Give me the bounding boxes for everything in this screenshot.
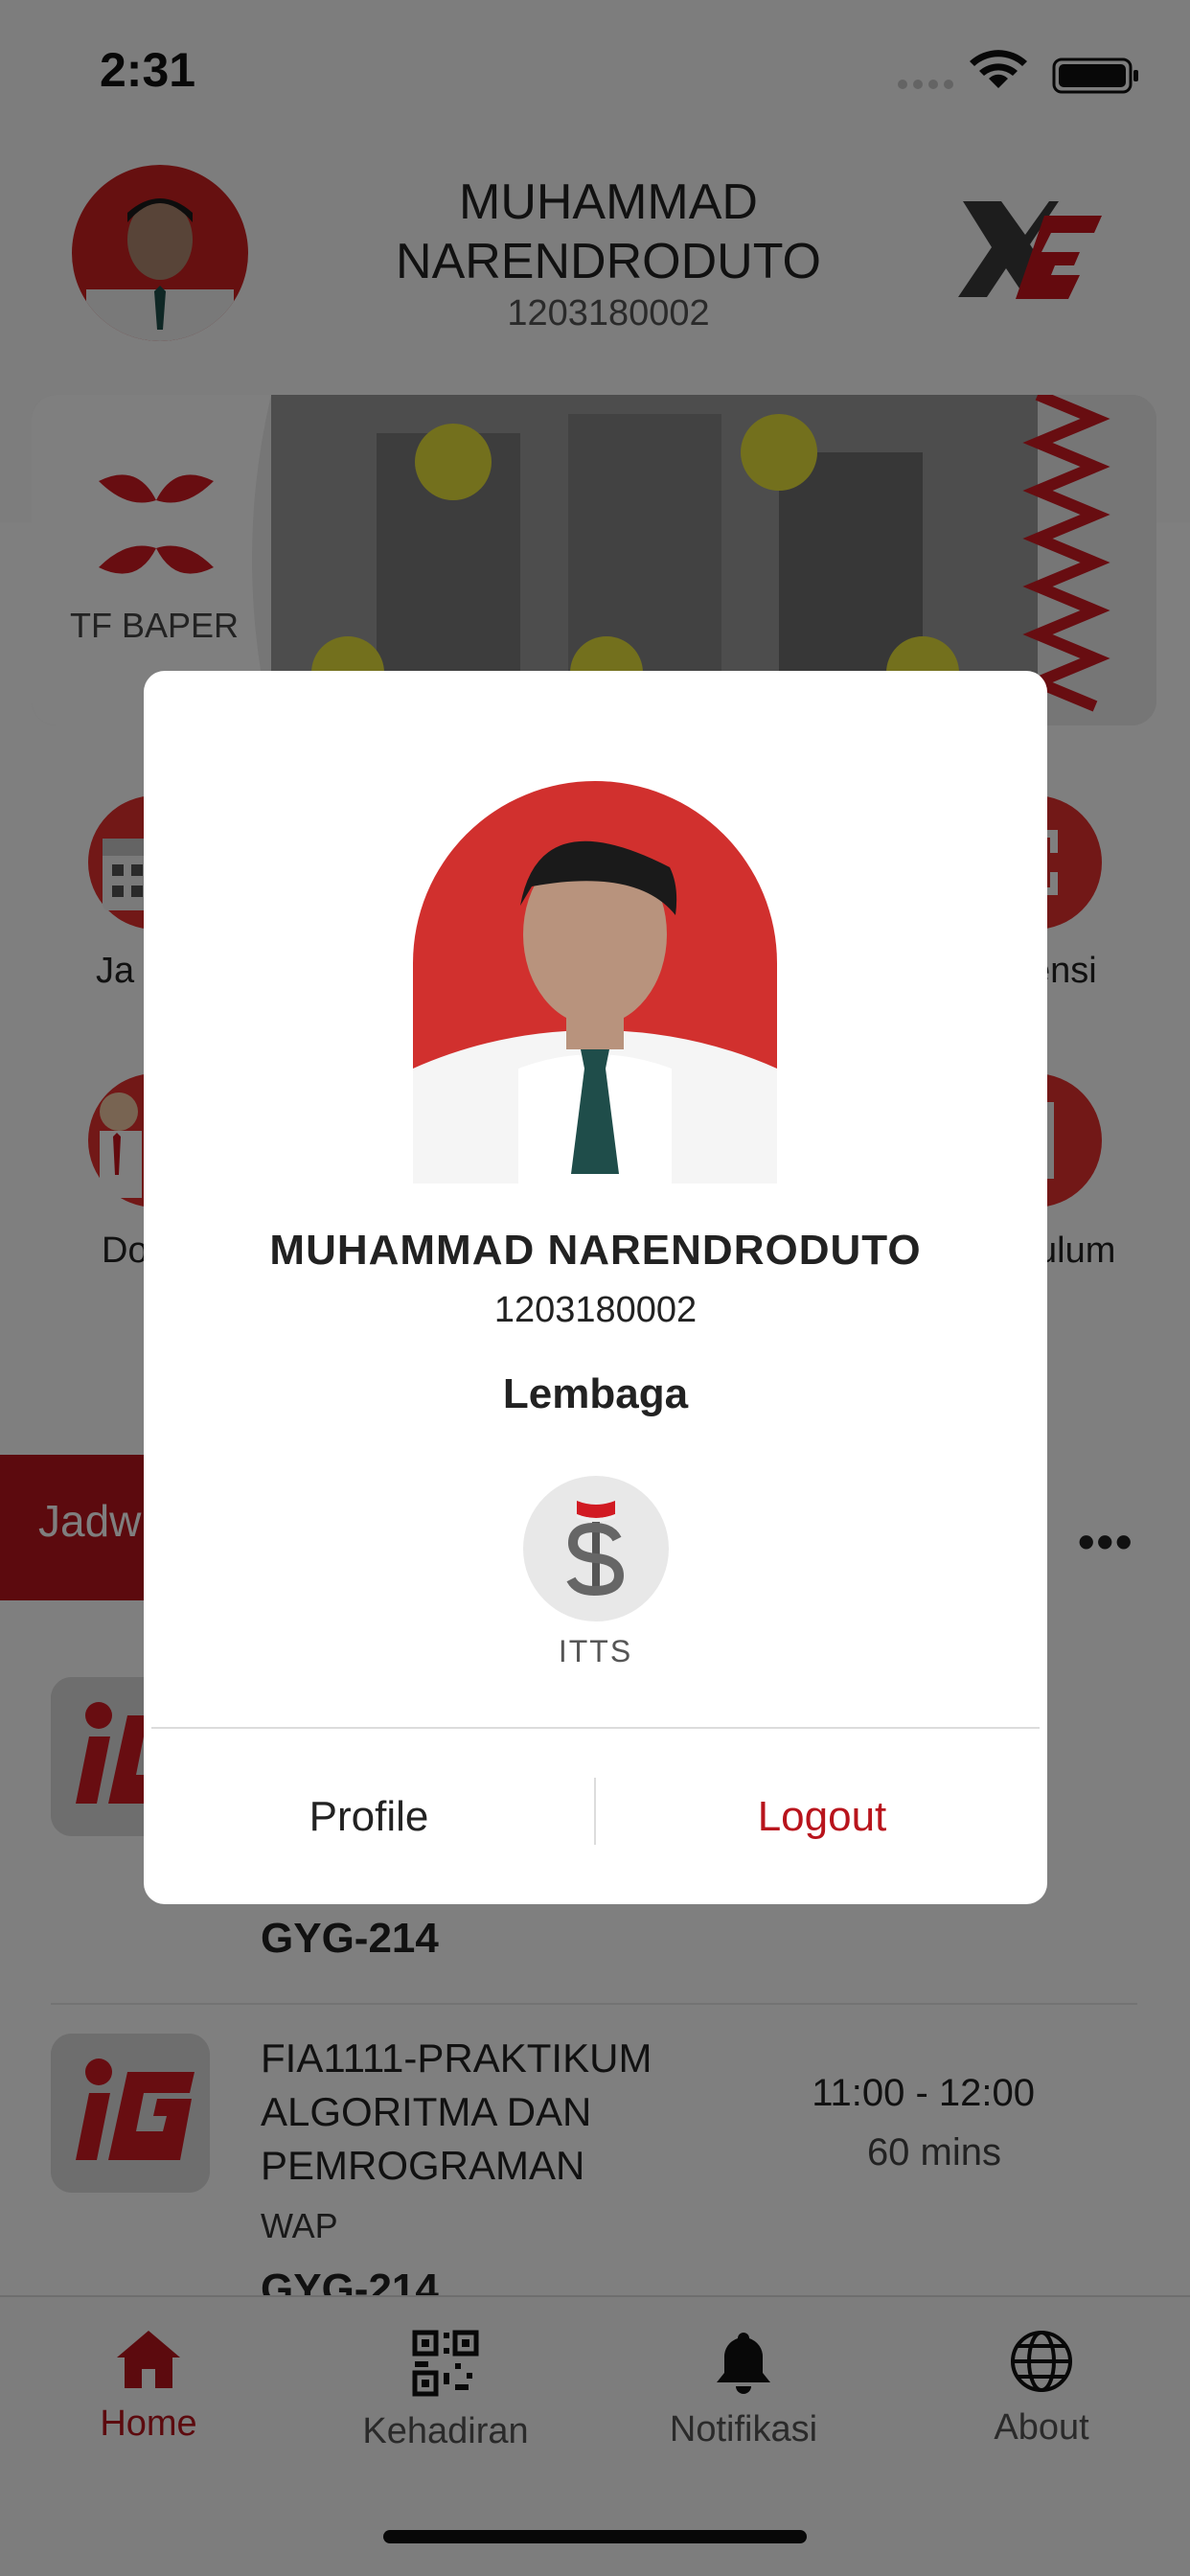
profile-photo: [413, 781, 777, 1184]
button-divider: [594, 1778, 596, 1845]
modal-nim: 1203180002: [493, 1290, 698, 1330]
profile-modal: MUHAMMAD NARENDRODUTO 1203180002 Lembaga…: [144, 671, 1047, 1904]
modal-name: MUHAMMAD NARENDRODUTO: [269, 1227, 922, 1274]
institution-logo: [523, 1476, 669, 1622]
institution-name: ITTS: [558, 1634, 633, 1668]
profile-button[interactable]: Profile: [144, 1729, 594, 1904]
itts-logo-icon: [566, 1501, 625, 1597]
modal-role: Lembaga: [502, 1370, 689, 1417]
logout-button[interactable]: Logout: [597, 1729, 1047, 1904]
